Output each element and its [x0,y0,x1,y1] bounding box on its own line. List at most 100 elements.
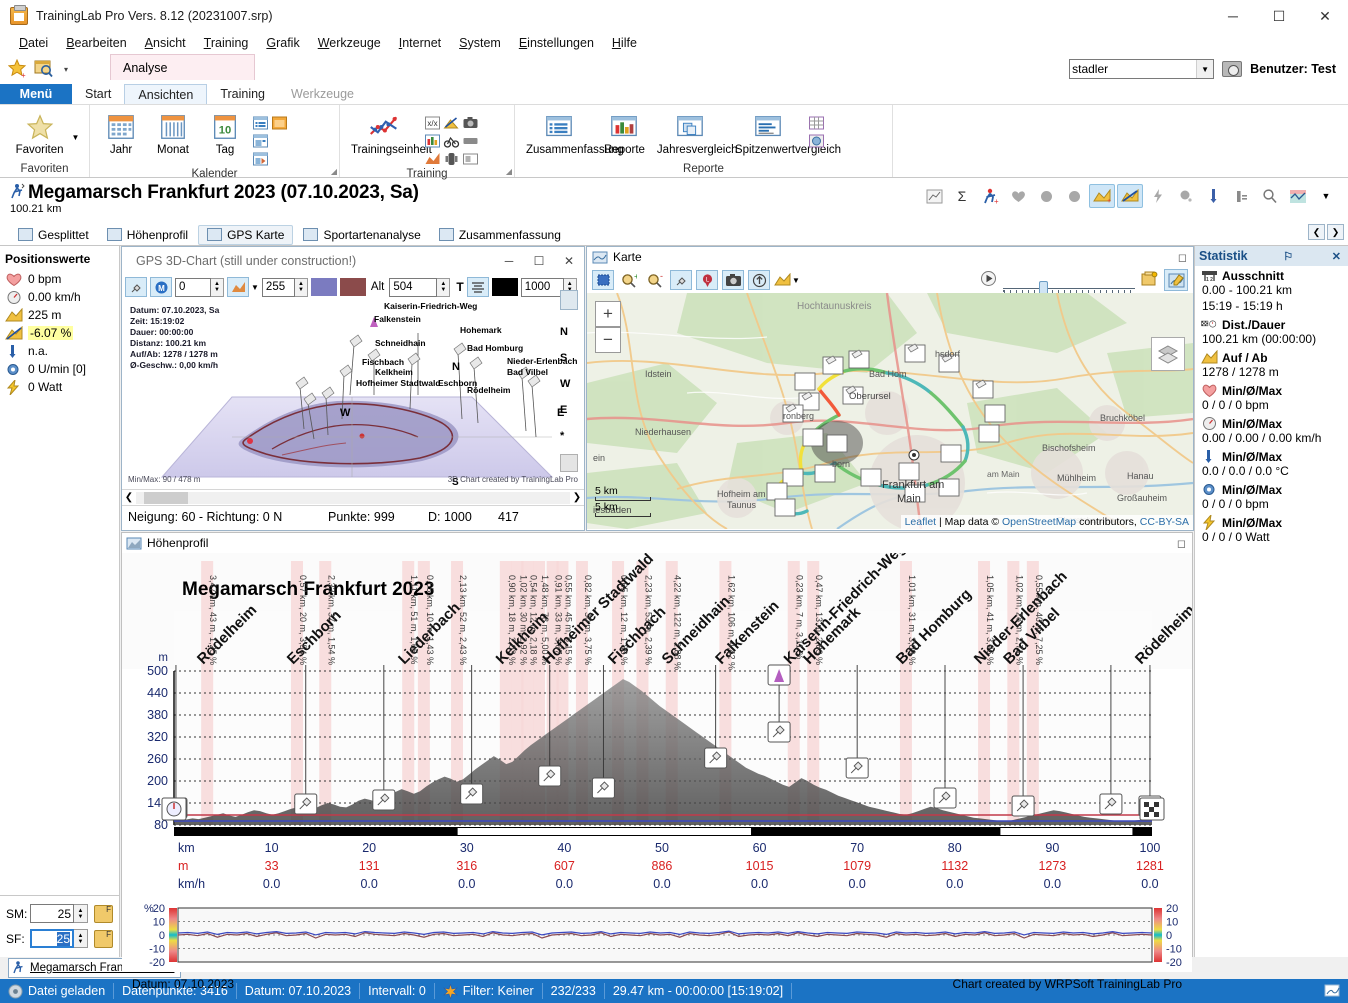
sf-input[interactable]: 25 [30,929,74,948]
leaflet-link[interactable]: Leaflet [905,516,937,528]
chart3d-color2-swatch[interactable] [339,278,366,296]
maximize-button[interactable]: ☐ [1256,0,1302,32]
select-area-icon[interactable] [592,270,614,290]
pin-icon[interactable]: ⚐ [1280,250,1296,263]
poi-marker[interactable] [460,783,484,805]
favorites-star-icon[interactable]: + [7,58,28,80]
alt-input[interactable]: 504 [389,277,438,297]
menu-item-training[interactable]: Training [195,34,258,52]
scroll-right-icon[interactable]: ❯ [570,492,584,503]
spitzenwertvergleich-button[interactable]: Spitzenwertvergleich [729,112,841,156]
chart3d-minimize-button[interactable]: ─ [494,248,524,274]
sm-folder-icon[interactable] [94,904,113,923]
view-tab-sportartenanalyse[interactable]: Sportartenanalyse [295,226,428,244]
cadence-gray-icon[interactable] [1033,184,1059,208]
favoriten-dropdown-icon[interactable]: ▼ [72,133,80,142]
weight-icon[interactable] [443,151,460,167]
menu-item-einstellungen[interactable]: Einstellungen [510,34,603,52]
blank-button-icon[interactable] [462,133,479,149]
list-view-icon[interactable] [252,115,269,131]
map-export-icon[interactable] [1141,271,1158,290]
elevation-chart-icon[interactable]: + [1089,184,1115,208]
poi-marker[interactable] [294,793,318,815]
scroll-left-icon[interactable]: ❮ [122,492,136,503]
note-icon[interactable] [462,151,479,167]
menu-item-system[interactable]: System [450,34,510,52]
chart3d-field1-spinner[interactable]: ▲ ▼ [211,277,224,297]
chart3d-field2-spinner[interactable]: ▲ ▼ [294,277,308,297]
bar-gray-icon[interactable] [1229,184,1255,208]
chart-settings-icon[interactable] [921,184,947,208]
camera-map-icon[interactable] [722,270,744,290]
text-tool-icon[interactable]: T [456,280,463,294]
play-icon[interactable] [980,270,997,290]
status-tray-icon[interactable] [1316,983,1348,999]
menu-item-internet[interactable]: Internet [390,34,450,52]
power-gray-icon[interactable] [1061,184,1087,208]
favoriten-button[interactable]: Favoriten [10,112,70,156]
gradient-chart-icon[interactable] [443,115,460,131]
alt-spinner[interactable]: ▲ ▼ [437,277,451,297]
map-layers-button[interactable] [1151,337,1185,371]
sm-input[interactable]: 25 [30,904,74,923]
map-zoom-out-button[interactable]: − [595,327,621,353]
map-elevation-icon[interactable]: ▼ [774,273,800,287]
formula-icon[interactable]: x/x [424,115,441,131]
progress-thumb-2[interactable] [1000,828,1133,835]
osm-link[interactable]: OpenStreetMap [1002,516,1076,528]
menu-item-datei[interactable]: Datei [10,34,57,52]
view-tab-gps-karte[interactable]: GPS Karte [198,224,294,245]
end-marker[interactable] [1139,797,1165,821]
map-pin-icon[interactable] [670,270,692,290]
chart3d-color3-swatch[interactable] [491,278,518,296]
gradient-chart[interactable]: 20 20 10 10 0 0 -10 -10 -20 -20% [122,900,1192,972]
multi-chart-icon[interactable] [1285,184,1311,208]
qat-overflow-icon[interactable]: ▾ [64,65,68,74]
license-link[interactable]: CC-BY-SA [1140,516,1189,528]
ribbon-menu-button[interactable]: Menü [0,84,72,104]
chart3d-scroll-thumb[interactable] [144,491,188,504]
zoom-search-icon[interactable] [1257,184,1283,208]
close-icon[interactable]: ✕ [1329,250,1344,263]
chart3d-profile-dropdown-icon[interactable]: ▼ [251,283,259,292]
menu-item-bearbeiten[interactable]: Bearbeiten [57,34,135,52]
area-chart-icon[interactable] [424,151,441,167]
profile-restore-icon[interactable]: ◻ [1177,537,1192,550]
zoom-out-icon[interactable]: - [644,270,666,290]
ribbon-tab-start[interactable]: Start [72,84,124,104]
poi-marker[interactable] [591,777,615,799]
zoom-in-icon[interactable]: + [618,270,640,290]
map-zoom-in-button[interactable]: + [595,301,621,327]
sf-spinner[interactable]: ▲ ▼ [74,929,88,948]
menu-item-ansicht[interactable]: Ansicht [136,34,195,52]
peak-marker[interactable] [767,664,791,686]
power-bolt-icon[interactable] [1145,184,1171,208]
pin-icon[interactable] [125,277,147,297]
map-marker-icon[interactable]: M [150,277,172,297]
sm-spinner[interactable]: ▲ ▼ [74,904,88,923]
view-tab-zusammenfassung[interactable]: Zusammenfassung [431,226,569,244]
map-edit-icon[interactable] [1164,269,1188,291]
monat-button[interactable]: Monat [147,112,199,156]
chart3d-field1[interactable]: 0 [175,277,211,297]
export-icon[interactable] [271,115,288,131]
training-dialog-launcher[interactable]: ◢ [506,167,512,176]
start-marker[interactable] [161,797,187,821]
poi-marker[interactable] [704,747,728,769]
view-tab-h-henprofil[interactable]: Höhenprofil [99,226,196,244]
minimize-button[interactable]: ─ [1210,0,1256,32]
gradient-chart-icon[interactable] [1117,184,1143,208]
jahresvergleich-button[interactable]: Jahresvergleich [651,112,737,156]
chart3d-hscrollbar[interactable]: ❮ ❯ [122,489,584,505]
menu-item-grafik[interactable]: Grafik [257,34,308,52]
table-icon[interactable] [808,115,825,131]
analyse-context-tab[interactable]: Analyse [110,54,255,80]
print-icon[interactable] [252,133,269,149]
kalender-dialog-launcher[interactable]: ◢ [331,167,337,176]
poi-marker[interactable] [1099,793,1123,815]
prev-icon[interactable]: ❮ [1308,224,1325,240]
send-icon[interactable] [252,151,269,167]
poi-marker[interactable] [845,757,869,779]
chart3d-field2[interactable]: 255 [261,277,295,297]
progress-thumb[interactable] [457,828,752,835]
